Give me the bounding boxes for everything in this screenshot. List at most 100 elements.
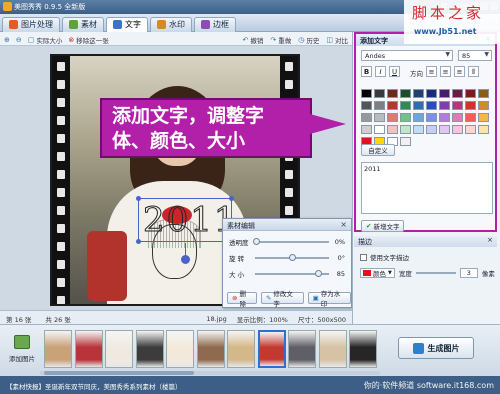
color-swatch[interactable] <box>478 89 489 98</box>
color-swatch[interactable] <box>465 113 476 122</box>
slider-knob[interactable] <box>253 238 260 245</box>
scroll-thumb[interactable] <box>44 371 194 375</box>
size-slider[interactable]: 大 小 85 <box>229 269 347 279</box>
resize-handle[interactable] <box>136 196 141 201</box>
color-swatch[interactable] <box>400 113 411 122</box>
selected-text-object[interactable]: 2011 <box>136 196 236 264</box>
undo-button[interactable]: ↶ 撤销 <box>243 35 264 45</box>
color-swatch[interactable] <box>478 125 489 134</box>
remove-image-button[interactable]: ⊗ 移除这一张 <box>68 35 108 45</box>
news-tip[interactable]: 【素材快报】圣诞新年双节同庆，美图秀秀系列素材（楼篇） <box>6 381 182 391</box>
save-watermark-button[interactable]: ▣ 存为水印 <box>307 290 351 308</box>
color-swatch[interactable] <box>387 113 398 122</box>
italic-button[interactable]: I <box>375 66 386 77</box>
thumbnail-item[interactable] <box>227 330 255 368</box>
color-swatch[interactable] <box>387 125 398 134</box>
slider-knob[interactable] <box>289 254 296 261</box>
color-swatch[interactable] <box>465 89 476 98</box>
width-input[interactable]: 3 <box>459 268 478 278</box>
underline-button[interactable]: U <box>389 66 400 77</box>
history-button[interactable]: ◷ 历史 <box>298 35 319 45</box>
thumbnail-scrollbar[interactable] <box>40 371 380 375</box>
color-swatch[interactable] <box>361 113 372 122</box>
font-select[interactable]: Andes ▼ <box>361 50 453 61</box>
resize-handle[interactable] <box>229 196 234 201</box>
color-swatch[interactable] <box>452 125 463 134</box>
stroke-checkbox[interactable]: 使用文字描边 <box>360 252 409 262</box>
align-right-icon[interactable]: ≡ <box>454 66 465 77</box>
actual-size-button[interactable]: ▢ 实际大小 <box>28 35 63 45</box>
color-swatch[interactable] <box>439 125 450 134</box>
align-left-icon[interactable]: ≡ <box>426 66 437 77</box>
color-swatch[interactable] <box>387 89 398 98</box>
compare-button[interactable]: ◫ 对比 <box>326 35 348 45</box>
color-swatch[interactable] <box>361 125 372 134</box>
tab-material[interactable]: 素材 <box>62 16 104 32</box>
thumbnail-item[interactable] <box>288 330 316 368</box>
color-swatch[interactable] <box>478 101 489 110</box>
add-image-button[interactable]: 添加图片 <box>4 329 40 373</box>
delete-button[interactable]: ⊗ 删除 <box>227 290 257 308</box>
color-swatch[interactable] <box>426 113 437 122</box>
opacity-slider[interactable]: 透明度 0% <box>229 237 347 247</box>
color-swatch[interactable] <box>374 113 385 122</box>
color-swatch[interactable] <box>400 89 411 98</box>
slider-knob[interactable] <box>315 270 322 277</box>
editing-canvas[interactable]: 2011 添加文字，调整字 体、颜色、大小 素材编辑 × 透明度 0% 旋 转 … <box>0 46 352 310</box>
close-icon[interactable]: × <box>340 220 347 229</box>
color-swatch[interactable] <box>400 137 411 146</box>
resize-handle[interactable] <box>136 239 141 244</box>
color-swatch[interactable] <box>413 125 424 134</box>
color-swatch[interactable] <box>439 101 450 110</box>
color-swatch[interactable] <box>387 101 398 110</box>
thumbnail-item[interactable] <box>349 330 377 368</box>
thumbnail-item[interactable] <box>74 330 103 368</box>
color-swatch[interactable] <box>426 101 437 110</box>
thumbnail-item[interactable] <box>44 330 72 368</box>
zoom-in-button[interactable]: ⊕ <box>4 36 10 44</box>
stroke-color-picker[interactable]: 颜色 ▼ <box>360 268 395 278</box>
new-text-button[interactable]: ✔ 新增文字 <box>361 220 405 232</box>
tab-text[interactable]: 文字 <box>106 16 148 32</box>
rotate-handle[interactable] <box>181 255 190 264</box>
text-input[interactable]: 2011 <box>361 162 493 214</box>
tab-watermark[interactable]: 水印 <box>150 16 192 32</box>
color-swatch[interactable] <box>413 101 424 110</box>
color-swatch[interactable] <box>361 101 372 110</box>
color-swatch[interactable] <box>452 113 463 122</box>
color-swatch[interactable] <box>465 101 476 110</box>
close-icon[interactable]: × <box>487 236 493 244</box>
custom-color-button[interactable]: 自定义 <box>361 144 395 156</box>
bold-button[interactable]: B <box>361 66 372 77</box>
color-swatch[interactable] <box>439 89 450 98</box>
align-center-icon[interactable]: ≡ <box>440 66 451 77</box>
generate-image-button[interactable]: 生成图片 <box>398 337 474 359</box>
color-swatch[interactable] <box>374 101 385 110</box>
color-swatch[interactable] <box>426 125 437 134</box>
thumbnail-item[interactable] <box>318 330 347 368</box>
vertical-text-icon[interactable]: ⫴ <box>468 66 479 77</box>
thumbnail-item[interactable] <box>105 330 133 368</box>
color-swatch[interactable] <box>452 89 463 98</box>
color-swatch[interactable] <box>413 113 424 122</box>
width-slider[interactable] <box>415 272 456 274</box>
redo-button[interactable]: ↷ 重做 <box>270 35 291 45</box>
edit-text-button[interactable]: ✎ 修改文字 <box>260 290 304 308</box>
color-swatch[interactable] <box>400 125 411 134</box>
color-swatch[interactable] <box>426 89 437 98</box>
rotate-slider[interactable]: 旋 转 0° <box>229 253 347 263</box>
tab-border[interactable]: 边框 <box>194 16 236 32</box>
font-size-select[interactable]: 85 ▼ <box>458 50 492 61</box>
color-swatch[interactable] <box>361 89 372 98</box>
color-swatch[interactable] <box>465 125 476 134</box>
color-swatch[interactable] <box>374 89 385 98</box>
thumbnail-item[interactable] <box>196 330 225 368</box>
color-swatch[interactable] <box>439 113 450 122</box>
tab-image-processing[interactable]: 图片处理 <box>2 16 60 32</box>
thumbnail-item[interactable] <box>257 330 286 368</box>
thumbnail-item[interactable] <box>135 330 164 368</box>
color-swatch[interactable] <box>400 101 411 110</box>
color-swatch[interactable] <box>374 125 385 134</box>
color-swatch[interactable] <box>413 89 424 98</box>
checkbox-icon[interactable] <box>360 253 367 261</box>
